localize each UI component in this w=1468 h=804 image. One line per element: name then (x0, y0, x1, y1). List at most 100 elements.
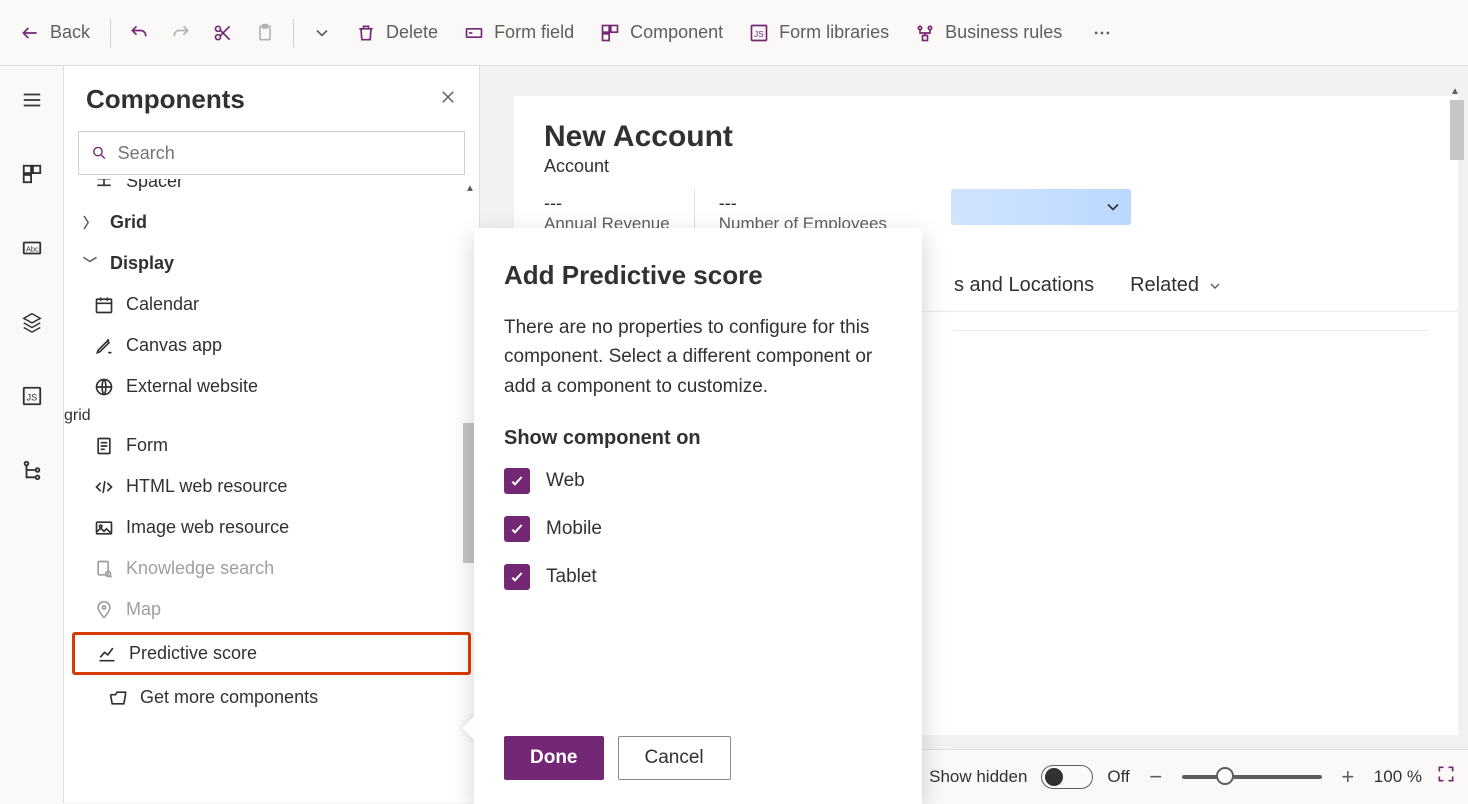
tree-item-knowledge-search[interactable]: Knowledge search (64, 548, 479, 589)
check-tablet[interactable]: Tablet (504, 564, 892, 590)
zoom-out-button[interactable]: − (1144, 764, 1168, 790)
check-mobile[interactable]: Mobile (504, 516, 892, 542)
back-button[interactable]: Back (8, 14, 102, 51)
rail-flow-button[interactable] (12, 450, 52, 490)
chevron-right-icon: 〉 (82, 213, 98, 233)
components-panel: Components Spacer 〉 Grid ﹀ Di (64, 66, 480, 803)
toggle-state: Off (1107, 767, 1129, 787)
search-box[interactable] (78, 131, 465, 175)
checkbox-mobile[interactable] (504, 516, 530, 542)
rail-field-button[interactable]: Abc (12, 228, 52, 268)
zoom-knob[interactable] (1216, 767, 1234, 785)
checkbox-web[interactable] (504, 468, 530, 494)
tree-item-spacer[interactable]: Spacer (64, 179, 479, 202)
toolbar-separator (293, 19, 294, 47)
scroll-up-icon[interactable]: ▲ (1450, 86, 1460, 97)
search-icon (91, 144, 108, 162)
tree-group-grid[interactable]: 〉 Grid (64, 202, 479, 243)
tree-item-calendar[interactable]: Calendar (64, 284, 479, 325)
doc-search-icon (94, 559, 114, 579)
redo-button[interactable] (161, 15, 201, 51)
get-more-components-button[interactable]: Get more components (64, 677, 479, 718)
done-button[interactable]: Done (504, 736, 604, 780)
check-icon (509, 569, 525, 585)
rail-js-button[interactable]: JS (12, 376, 52, 416)
form-field-icon (464, 23, 484, 43)
js-box-icon: JS (21, 385, 43, 407)
delete-button[interactable]: Delete (344, 14, 450, 51)
add-component-dialog: Add Predictive score There are no proper… (474, 228, 922, 804)
scrollbar-thumb[interactable] (1450, 100, 1464, 160)
tree-item-predictive-score[interactable]: Predictive score (72, 632, 471, 675)
left-rail: Abc JS (0, 66, 64, 803)
svg-text:JS: JS (754, 29, 764, 39)
form-scrollbar[interactable]: ▲ (1450, 86, 1464, 735)
components-icon (21, 163, 43, 185)
tree-item-map[interactable]: Map (64, 589, 479, 630)
scroll-up-icon[interactable]: ▲ (461, 179, 479, 197)
rail-layers-button[interactable] (12, 302, 52, 342)
chevron-down-icon (1207, 278, 1223, 294)
search-input[interactable] (118, 143, 452, 164)
component-button[interactable]: Component (588, 14, 735, 51)
dialog-body: There are no properties to configure for… (504, 313, 892, 401)
business-rules-button[interactable]: Business rules (903, 14, 1074, 51)
show-hidden-toggle[interactable] (1041, 765, 1093, 789)
overflow-caret-button[interactable] (302, 15, 342, 51)
business-rules-label: Business rules (945, 22, 1062, 43)
show-hidden-label: Show hidden (929, 767, 1027, 787)
hamburger-icon (21, 89, 43, 111)
calendar-icon (94, 295, 114, 315)
top-toolbar: Back Delete Form field Component JS Form… (0, 0, 1468, 66)
chart-line-icon (97, 644, 117, 664)
cancel-button[interactable]: Cancel (618, 736, 731, 780)
trash-icon (356, 23, 376, 43)
form-libraries-button[interactable]: JS Form libraries (737, 14, 901, 51)
form-field-button[interactable]: Form field (452, 14, 586, 51)
check-icon (509, 521, 525, 537)
map-pin-icon (94, 600, 114, 620)
chevron-down-icon: ﹀ (82, 254, 98, 274)
zoom-in-button[interactable]: + (1336, 764, 1360, 790)
more-icon (1092, 23, 1112, 43)
tree-item-external-website[interactable]: External website (64, 366, 479, 407)
toolbar-separator (110, 19, 111, 47)
tab-addresses[interactable]: s and Locations (954, 274, 1094, 297)
fit-to-screen-button[interactable] (1436, 764, 1456, 789)
component-icon (600, 23, 620, 43)
svg-text:JS: JS (26, 393, 37, 403)
zoom-slider[interactable] (1182, 775, 1322, 779)
tree-item-canvas-app[interactable]: Canvas app (64, 325, 479, 366)
paste-button[interactable] (245, 15, 285, 51)
tree-item-form[interactable]: Form (64, 425, 479, 466)
undo-button[interactable] (119, 15, 159, 51)
form-section[interactable] (954, 330, 1428, 710)
tree-item-html-web-resource[interactable]: HTML web resource (64, 466, 479, 507)
tree-group-display[interactable]: ﹀ Display (64, 243, 479, 284)
back-label: Back (50, 22, 90, 43)
checkbox-tablet[interactable] (504, 564, 530, 590)
form-title: New Account (514, 96, 1458, 156)
more-button[interactable] (1082, 15, 1122, 51)
globe-icon (94, 377, 114, 397)
fit-icon (1436, 764, 1456, 784)
cut-button[interactable] (203, 15, 243, 51)
dialog-pointer (462, 714, 476, 742)
tree-item-image-web-resource[interactable]: Image web resource (64, 507, 479, 548)
folder-open-icon (108, 688, 128, 708)
toggle-knob (1045, 768, 1063, 786)
pencil-icon (94, 336, 114, 356)
component-label: Component (630, 22, 723, 43)
header-field-dropdown[interactable] (951, 189, 1131, 225)
hamburger-button[interactable] (12, 80, 52, 120)
delete-label: Delete (386, 22, 438, 43)
image-icon (94, 518, 114, 538)
check-web[interactable]: Web (504, 468, 892, 494)
panel-title: Components (86, 84, 245, 115)
rail-components-button[interactable] (12, 154, 52, 194)
redo-icon (171, 23, 191, 43)
tab-related[interactable]: Related (1130, 274, 1223, 297)
panel-close-button[interactable] (439, 88, 457, 111)
layers-icon (21, 311, 43, 333)
flow-tree-icon (21, 459, 43, 481)
